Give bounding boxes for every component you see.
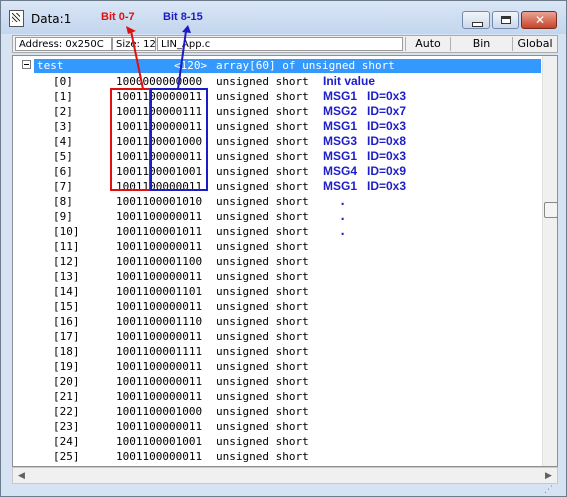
arrow-blue-head (182, 25, 191, 33)
annotation-arrows (126, 25, 191, 90)
arrow-red-head (126, 26, 136, 34)
arrow-red (130, 30, 144, 90)
arrow-blue (177, 30, 187, 90)
